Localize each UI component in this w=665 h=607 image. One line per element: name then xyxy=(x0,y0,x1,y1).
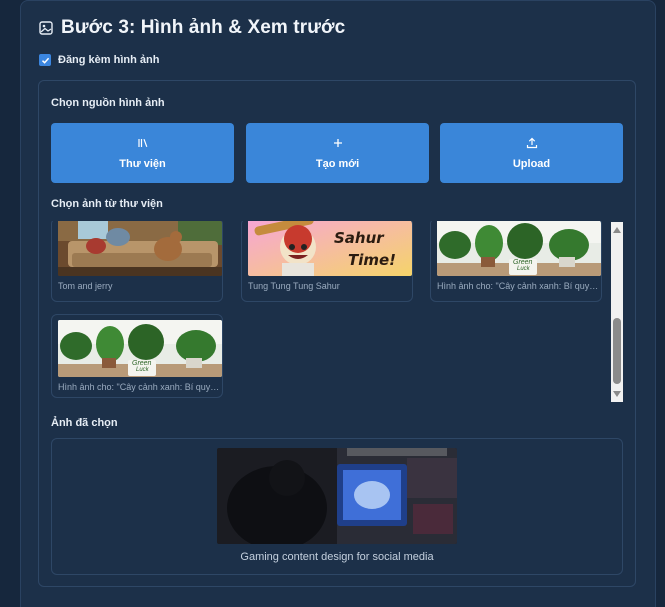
create-new-button-label: Tạo mới xyxy=(315,157,360,170)
attach-image-label: Đăng kèm hình ảnh xyxy=(58,54,160,66)
step-header: Bước 3: Hình ảnh & Xem trước xyxy=(39,17,345,39)
library-button-label: Thư viện xyxy=(119,157,166,170)
scroll-up-arrow-icon[interactable] xyxy=(613,227,621,233)
library-gallery: Tom and jerry Sahur Time! Tung Tung Tung… xyxy=(39,221,625,403)
step-card: Bước 3: Hình ảnh & Xem trước Đăng kèm hì… xyxy=(20,0,656,607)
library-item[interactable]: Green Luck Hình ảnh cho: "Cây cảnh xanh:… xyxy=(51,314,223,398)
sahur-image-text: Sahur xyxy=(334,229,384,247)
attach-image-option[interactable]: Đăng kèm hình ảnh xyxy=(39,54,159,66)
plant-logo-text: Green xyxy=(513,259,533,266)
upload-button[interactable]: Upload xyxy=(440,123,623,183)
selected-image-preview: Gaming content design for social media xyxy=(51,438,623,575)
scrollbar-thumb[interactable] xyxy=(613,318,621,384)
plants-image: Green Luck xyxy=(437,221,601,276)
selected-image-caption: Gaming content design for social media xyxy=(240,551,434,563)
source-label: Chọn nguồn hình ảnh xyxy=(51,97,165,109)
upload-icon xyxy=(526,137,538,149)
image-icon xyxy=(39,21,53,35)
attach-image-checkbox[interactable] xyxy=(39,54,51,66)
sahur-image-text: Time! xyxy=(348,251,397,269)
scroll-down-arrow-icon[interactable] xyxy=(613,391,621,397)
library-button[interactable]: Thư viện xyxy=(51,123,234,183)
library-item-caption: Hình ảnh cho: "Cây cảnh xanh: Bí quyết c… xyxy=(58,382,220,392)
library-item-caption: Tung Tung Tung Sahur xyxy=(248,281,340,291)
create-new-button[interactable]: Tạo mới xyxy=(246,123,429,183)
sahur-image: Sahur Time! xyxy=(248,221,412,276)
check-icon xyxy=(41,57,49,64)
plant-logo-text: Green xyxy=(132,360,152,367)
gallery-scrollbar[interactable] xyxy=(611,222,623,402)
image-panel: Chọn nguồn hình ảnh Thư viện Tạo mới Upl… xyxy=(38,80,636,587)
library-label: Chọn ảnh từ thư viện xyxy=(51,198,163,210)
upload-button-label: Upload xyxy=(512,157,551,170)
gaming-image xyxy=(217,448,457,544)
selected-label: Ảnh đã chọn xyxy=(51,417,118,429)
library-item[interactable]: Green Luck Hình ảnh cho: "Cây cảnh xanh:… xyxy=(430,221,602,302)
library-icon xyxy=(137,137,149,149)
library-item-caption: Tom and jerry xyxy=(58,281,113,291)
plants-image: Green Luck xyxy=(58,320,222,377)
library-item[interactable]: Sahur Time! Tung Tung Tung Sahur xyxy=(241,221,413,302)
library-item-caption: Hình ảnh cho: "Cây cảnh xanh: Bí quyết c… xyxy=(437,281,599,291)
library-item[interactable]: Tom and jerry xyxy=(51,221,223,302)
plant-logo-text: Luck xyxy=(136,367,149,373)
tom-and-jerry-image xyxy=(58,221,222,276)
step-title: Bước 3: Hình ảnh & Xem trước xyxy=(61,17,346,38)
plant-logo-text: Luck xyxy=(517,266,530,272)
plus-icon xyxy=(333,137,343,149)
